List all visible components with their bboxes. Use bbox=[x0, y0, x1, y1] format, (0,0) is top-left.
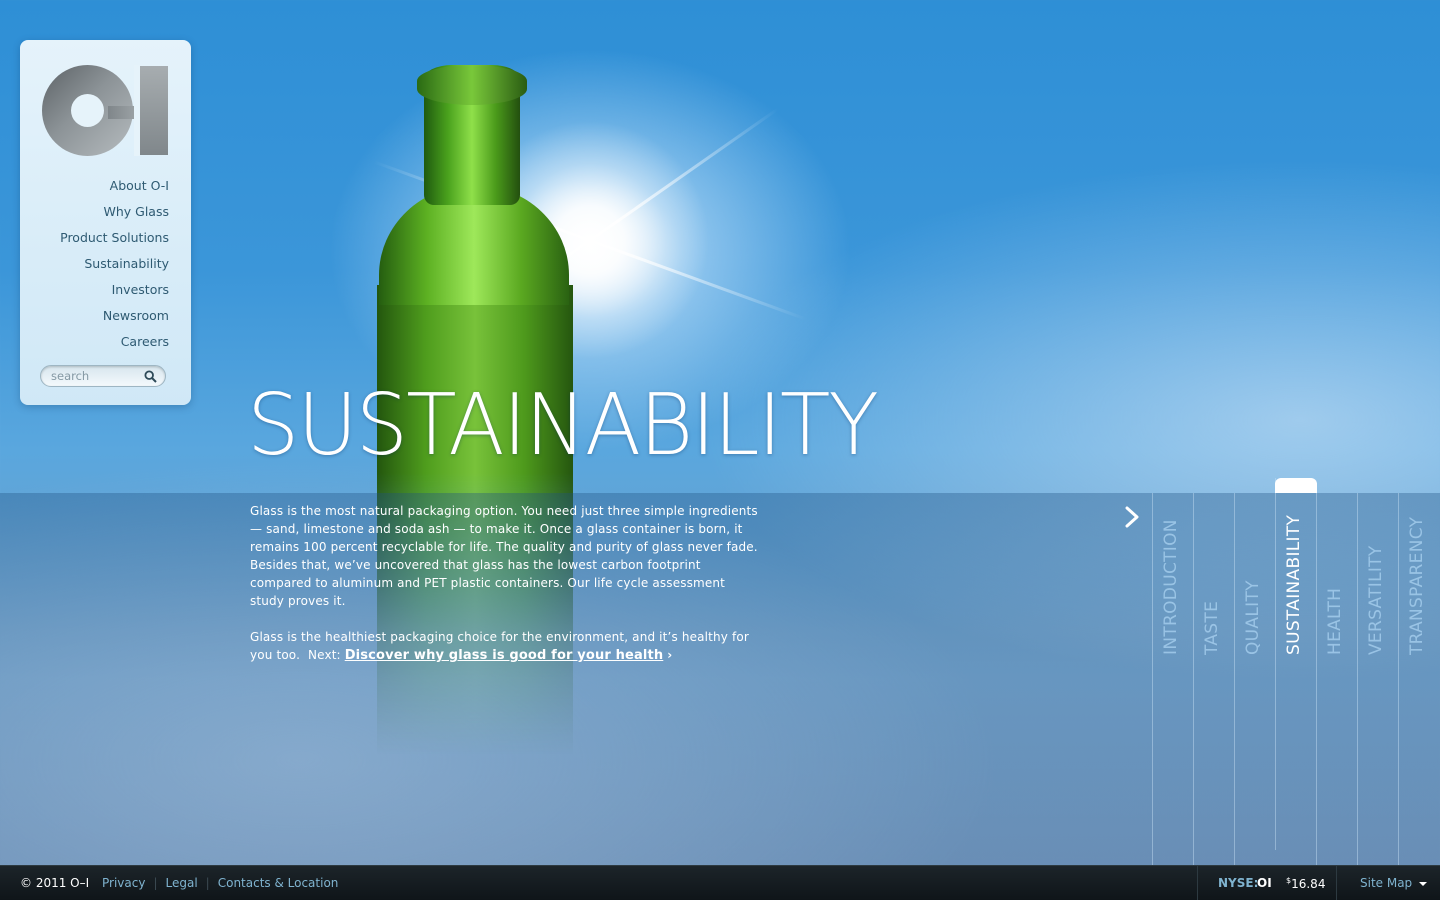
next-label: Next: bbox=[308, 648, 341, 662]
legal-link[interactable]: Legal bbox=[166, 876, 198, 890]
tab-label: QUALITY bbox=[1243, 580, 1263, 655]
search-box bbox=[40, 365, 166, 387]
nav-item-careers[interactable]: Careers bbox=[60, 334, 169, 360]
tab-versatility[interactable]: VERSATILITY bbox=[1357, 493, 1398, 865]
stock-price-value: 16.84 bbox=[1291, 877, 1326, 891]
footer-links: Privacy | Legal | Contacts & Location bbox=[102, 876, 339, 890]
paragraph-2: Glass is the healthiest packaging choice… bbox=[250, 628, 760, 665]
sun-ray bbox=[400, 107, 780, 374]
chevron-right-icon[interactable] bbox=[1120, 503, 1144, 531]
search-input[interactable] bbox=[51, 368, 139, 384]
site-map-link[interactable]: Site Map bbox=[1360, 876, 1412, 890]
tab-taste[interactable]: TASTE bbox=[1193, 493, 1234, 865]
next-arrow-icon: › bbox=[667, 648, 673, 662]
nav-item-product-solutions[interactable]: Product Solutions bbox=[60, 230, 169, 256]
tab-label: TASTE bbox=[1202, 600, 1222, 655]
tab-transparency[interactable]: TRANSPARENCY bbox=[1398, 493, 1439, 865]
section-tabs: INTRODUCTION TASTE QUALITY SUSTAINABILIT… bbox=[1152, 478, 1440, 865]
oi-logo[interactable] bbox=[42, 65, 168, 156]
copyright: © 2011 O–I bbox=[20, 876, 90, 890]
contacts-link[interactable]: Contacts & Location bbox=[218, 876, 339, 890]
tab-label: HEALTH bbox=[1325, 587, 1345, 655]
paragraph-1: Glass is the most natural packaging opti… bbox=[250, 504, 758, 608]
sun-glare bbox=[470, 120, 710, 360]
tab-sustainability[interactable]: SUSTAINABILITY bbox=[1275, 478, 1317, 850]
tab-quality[interactable]: QUALITY bbox=[1234, 493, 1275, 865]
nav-item-newsroom[interactable]: Newsroom bbox=[60, 308, 169, 334]
next-section-link[interactable]: Discover why glass is good for your heal… bbox=[345, 648, 664, 663]
stock-ticker: OI bbox=[1257, 876, 1272, 890]
main-nav: About O-I Why Glass Product Solutions Su… bbox=[60, 178, 169, 360]
sun-ray bbox=[373, 160, 807, 321]
stock-exchange: NYSE: bbox=[1218, 876, 1259, 890]
footer-bar: © 2011 O–I Privacy | Legal | Contacts & Loca… bbox=[0, 865, 1440, 900]
nav-item-sustainability[interactable]: Sustainability bbox=[60, 256, 169, 282]
search-icon[interactable] bbox=[144, 370, 157, 383]
tab-label: INTRODUCTION bbox=[1161, 519, 1181, 655]
nav-item-why-glass[interactable]: Why Glass bbox=[60, 204, 170, 230]
tab-introduction[interactable]: INTRODUCTION bbox=[1152, 493, 1193, 865]
tab-label: TRANSPARENCY bbox=[1407, 516, 1427, 655]
nav-item-investors[interactable]: Investors bbox=[60, 282, 169, 308]
tab-label: VERSATILITY bbox=[1366, 545, 1386, 655]
page-title: SUSTAINABILITY bbox=[247, 376, 879, 475]
stock-price: $16.84 bbox=[1286, 876, 1325, 891]
side-nav-panel: About O-I Why Glass Product Solutions Su… bbox=[20, 40, 191, 405]
tab-health[interactable]: HEALTH bbox=[1316, 493, 1357, 865]
tab-label: SUSTAINABILITY bbox=[1284, 514, 1304, 655]
nav-item-about[interactable]: About O-I bbox=[60, 178, 169, 204]
privacy-link[interactable]: Privacy bbox=[102, 876, 145, 890]
stock-quote: NYSE: OI $16.84 bbox=[1197, 866, 1337, 900]
chevron-down-icon[interactable] bbox=[1419, 882, 1427, 886]
intro-copy: Glass is the most natural packaging opti… bbox=[250, 502, 760, 683]
